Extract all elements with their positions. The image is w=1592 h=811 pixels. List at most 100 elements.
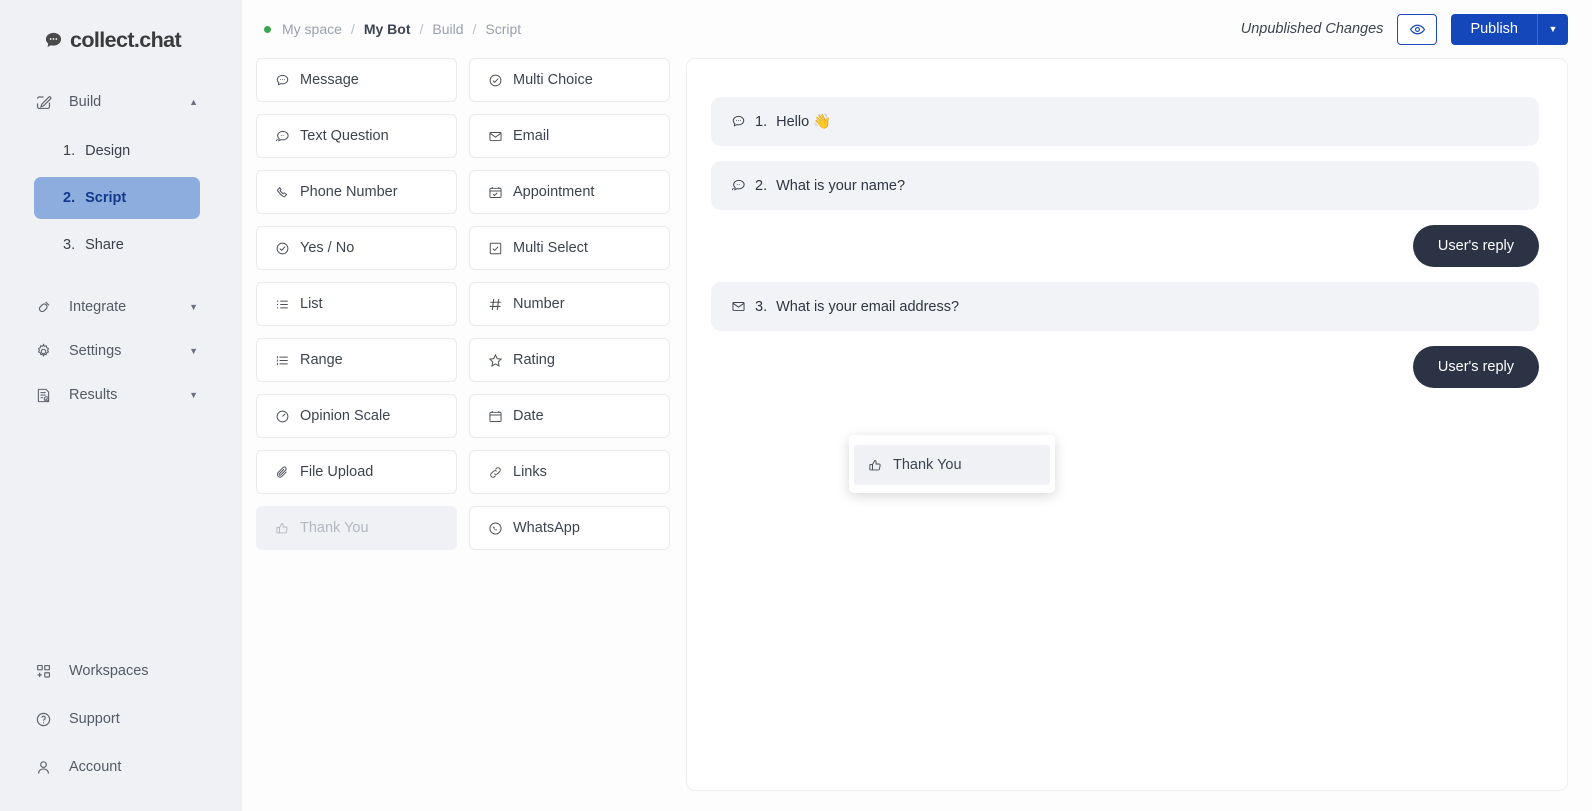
palette-item-label: Date (513, 408, 544, 424)
sidebar-item-support[interactable]: Support (0, 695, 242, 743)
status-dot-icon (264, 26, 271, 33)
user-reply-bubble[interactable]: User's reply (1413, 225, 1539, 267)
script-step-2[interactable]: 2. What is your name? (711, 161, 1539, 210)
sidebar-item-share[interactable]: 3. Share (34, 224, 200, 266)
share-number: 3. (63, 237, 75, 253)
palette-item-multi-select[interactable]: Multi Select (469, 226, 670, 270)
script-step-3[interactable]: 3. What is your email address? (711, 282, 1539, 331)
palette-item-phone-number[interactable]: Phone Number (256, 170, 457, 214)
drag-preview-card: Thank You (849, 435, 1055, 493)
palette-item-label: Links (513, 464, 547, 480)
sidebar-item-script[interactable]: 2. Script (34, 177, 200, 219)
step-number: 3. (755, 299, 767, 315)
preview-button[interactable] (1397, 14, 1437, 45)
step-number: 1. (755, 114, 767, 130)
link-icon (487, 464, 503, 480)
eye-icon (1409, 21, 1426, 38)
script-reply-row-1: User's reply (711, 225, 1539, 267)
sidebar-item-integrate[interactable]: Integrate ▼ (0, 285, 242, 329)
palette-item-date[interactable]: Date (469, 394, 670, 438)
checkbox-icon (487, 240, 503, 256)
chevron-up-icon: ▲ (189, 97, 198, 107)
sidebar-item-label: Settings (69, 343, 121, 359)
chevron-down-icon: ▼ (189, 346, 198, 356)
message-dots-icon (730, 114, 746, 130)
palette-item-email[interactable]: Email (469, 114, 670, 158)
breadcrumb-build[interactable]: Build (432, 21, 463, 37)
chevron-down-icon: ▼ (1549, 24, 1558, 34)
palette-item-links[interactable]: Links (469, 450, 670, 494)
palette-item-range[interactable]: Range (256, 338, 457, 382)
palette-item-label: List (300, 296, 323, 312)
publish-button[interactable]: Publish (1451, 14, 1537, 45)
sidebar-item-label: Account (69, 759, 121, 775)
top-bar-actions: Unpublished Changes Publish ▼ (1241, 14, 1568, 45)
thumbs-up-icon (867, 457, 883, 473)
calendar-icon (487, 408, 503, 424)
sidebar-item-results[interactable]: Results ▼ (0, 373, 242, 417)
star-icon (487, 352, 503, 368)
palette-item-file-upload[interactable]: File Upload (256, 450, 457, 494)
breadcrumb-separator: / (419, 21, 423, 37)
step-text: What is your email address? (776, 299, 959, 315)
gear-icon (34, 342, 53, 361)
chevron-down-icon: ▼ (189, 302, 198, 312)
palette-item-label: Opinion Scale (300, 408, 390, 424)
paperclip-icon (274, 464, 290, 480)
envelope-icon (487, 128, 503, 144)
pencil-square-icon (34, 93, 53, 112)
palette-item-label: File Upload (300, 464, 373, 480)
user-icon (34, 758, 53, 777)
palette-item-label: Email (513, 128, 549, 144)
palette-item-text-question[interactable]: Text Question (256, 114, 457, 158)
sidebar-item-design[interactable]: 1. Design (34, 130, 200, 172)
sidebar-item-account[interactable]: Account (0, 743, 242, 791)
palette-item-yes-no[interactable]: Yes / No (256, 226, 457, 270)
chat-question-icon (274, 128, 290, 144)
step-number: 2. (755, 178, 767, 194)
app-root: collect.chat Build ▲ 1. Design (0, 0, 1592, 811)
chevron-down-icon: ▼ (189, 390, 198, 400)
main-content: My space / My Bot / Build / Script Unpub… (242, 0, 1592, 811)
palette-item-message[interactable]: Message (256, 58, 457, 102)
palette-item-label: Message (300, 72, 359, 88)
script-number: 2. (63, 190, 75, 206)
sidebar-item-settings[interactable]: Settings ▼ (0, 329, 242, 373)
top-bar: My space / My Bot / Build / Script Unpub… (242, 0, 1592, 58)
palette-item-number[interactable]: Number (469, 282, 670, 326)
step-text: Hello 👋 (776, 113, 831, 130)
sidebar-item-build[interactable]: Build ▲ (0, 80, 242, 124)
step-text: What is your name? (776, 178, 905, 194)
palette-item-label: Rating (513, 352, 555, 368)
breadcrumb-my-bot[interactable]: My Bot (364, 21, 411, 37)
nav-spacer (0, 271, 242, 285)
breadcrumb-separator: / (351, 21, 355, 37)
palette-item-label: Multi Choice (513, 72, 593, 88)
range-icon (274, 352, 290, 368)
breadcrumb-script[interactable]: Script (485, 21, 521, 37)
palette-item-rating[interactable]: Rating (469, 338, 670, 382)
drag-preview-thank-you[interactable]: Thank You (854, 445, 1050, 485)
palette-item-whatsapp[interactable]: WhatsApp (469, 506, 670, 550)
palette-item-list[interactable]: List (256, 282, 457, 326)
palette-item-label: Multi Select (513, 240, 588, 256)
script-step-1[interactable]: 1. Hello 👋 (711, 97, 1539, 146)
sidebar-item-label: Share (85, 237, 124, 253)
sidebar-item-workspaces[interactable]: Workspaces (0, 647, 242, 695)
user-reply-bubble[interactable]: User's reply (1413, 346, 1539, 388)
palette-item-label: Phone Number (300, 184, 398, 200)
breadcrumb-my-space[interactable]: My space (282, 21, 342, 37)
block-palette: Message Text Question (256, 58, 670, 811)
palette-item-appointment[interactable]: Appointment (469, 170, 670, 214)
breadcrumb: My space / My Bot / Build / Script (264, 21, 521, 37)
publish-dropdown-button[interactable]: ▼ (1537, 14, 1568, 45)
envelope-icon (730, 299, 746, 315)
sidebar: collect.chat Build ▲ 1. Design (0, 0, 242, 811)
palette-item-opinion-scale[interactable]: Opinion Scale (256, 394, 457, 438)
brand-name: collect.chat (70, 28, 181, 53)
brand-logo[interactable]: collect.chat (0, 0, 242, 58)
chat-bubble-icon (44, 31, 63, 50)
drag-preview-label: Thank You (893, 457, 962, 473)
palette-item-thank-you[interactable]: Thank You (256, 506, 457, 550)
palette-item-multi-choice[interactable]: Multi Choice (469, 58, 670, 102)
